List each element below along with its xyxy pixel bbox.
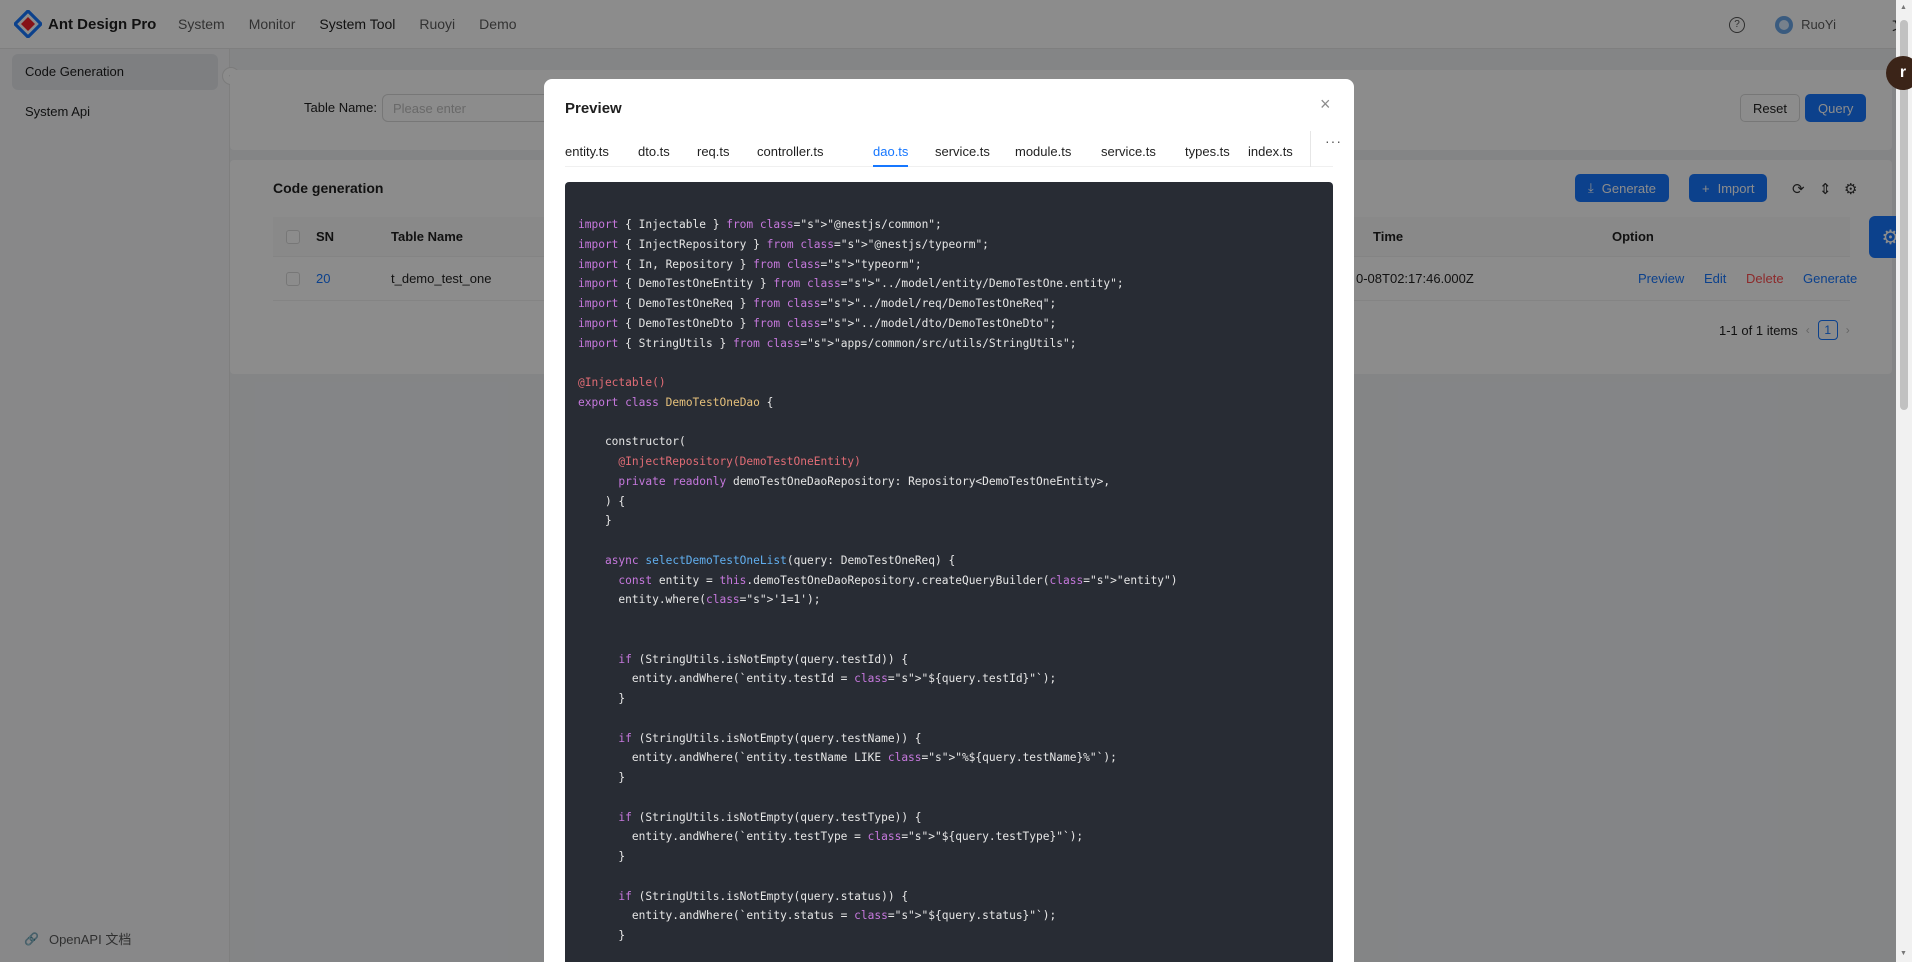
code-line: entity.andWhere(`entity.testName LIKE cl…: [578, 751, 1117, 765]
tab-dto-ts[interactable]: dto.ts: [638, 131, 670, 167]
code-line: private readonly demoTestOneDaoRepositor…: [618, 474, 1111, 488]
scroll-down-icon[interactable]: ▼: [1900, 950, 1907, 957]
code-line: import { DemoTestOneDto } from class="s"…: [578, 316, 1057, 330]
tab-req-ts[interactable]: req.ts: [697, 131, 730, 167]
code-line: }: [578, 514, 612, 528]
code-line: }: [578, 929, 626, 942]
code-line: ) {: [578, 494, 626, 508]
code-line: @Injectable(): [578, 376, 666, 389]
code-line: import { DemoTestOneEntity } from class=…: [578, 277, 1124, 291]
tab-entity-ts[interactable]: entity.ts: [565, 131, 609, 167]
code-line: entity.andWhere(`entity.testId = class="…: [578, 672, 1057, 686]
code-line: if (StringUtils.isNotEmpty(query.testId)…: [618, 652, 909, 666]
code-line: }: [578, 771, 626, 784]
active-tab-indicator: [873, 165, 908, 167]
code-line: import { InjectRepository } from class="…: [578, 237, 989, 251]
code-line: async selectDemoTestOneList(query: DemoT…: [604, 553, 956, 567]
code-preview[interactable]: import { Injectable } from class="s">"@n…: [565, 182, 1333, 962]
code-line: if (StringUtils.isNotEmpty(query.status)…: [618, 889, 909, 903]
code-line: entity.andWhere(`entity.testType = class…: [578, 830, 1084, 844]
code-line: }: [578, 850, 626, 863]
tab-dao-ts[interactable]: dao.ts: [873, 131, 908, 167]
code-line: @InjectRepository(DemoTestOneEntity): [578, 455, 861, 468]
tab-service-ts-2[interactable]: service.ts: [1101, 131, 1156, 167]
close-icon[interactable]: ×: [1320, 95, 1331, 113]
file-tabs: entity.ts dto.ts req.ts controller.ts da…: [565, 131, 1341, 167]
code-line: if (StringUtils.isNotEmpty(query.testTyp…: [618, 810, 922, 824]
code-line: }: [578, 692, 626, 705]
tab-types-ts[interactable]: types.ts: [1185, 131, 1230, 167]
more-tabs-icon[interactable]: ···: [1325, 133, 1342, 149]
tab-index-ts[interactable]: index.ts: [1248, 131, 1293, 167]
tab-controller-ts[interactable]: controller.ts: [757, 131, 823, 167]
code-line: import { Injectable } from class="s">"@n…: [578, 218, 942, 231]
scroll-up-icon[interactable]: ▲: [1900, 4, 1907, 11]
modal-title: Preview: [565, 100, 622, 117]
code-line: constructor(: [578, 435, 686, 449]
code-line: import { In, Repository } from class="s"…: [578, 257, 922, 271]
code-line: entity.where(class="s">'1=1');: [578, 593, 821, 607]
code-line: if (StringUtils.isNotEmpty(query.testNam…: [618, 731, 922, 745]
tab-overflow-divider: [1310, 131, 1311, 167]
assistant-badge[interactable]: r: [1886, 56, 1912, 90]
code-line: import { DemoTestOneReq } from class="s"…: [578, 297, 1057, 310]
code-content: import { Injectable } from class="s">"@n…: [578, 215, 1178, 946]
code-line: const entity = this.demoTestOneDaoReposi…: [618, 573, 1178, 587]
code-line: export class DemoTestOneDao {: [578, 395, 774, 409]
tab-service-ts[interactable]: service.ts: [935, 131, 990, 167]
tab-module-ts[interactable]: module.ts: [1015, 131, 1071, 167]
code-line: import { StringUtils } from class="s">"a…: [578, 336, 1077, 350]
preview-modal: Preview × entity.ts dto.ts req.ts contro…: [544, 79, 1354, 962]
page-scrollbar[interactable]: ▲ ▼: [1896, 0, 1912, 962]
code-line: entity.andWhere(`entity.status = class="…: [578, 909, 1057, 923]
